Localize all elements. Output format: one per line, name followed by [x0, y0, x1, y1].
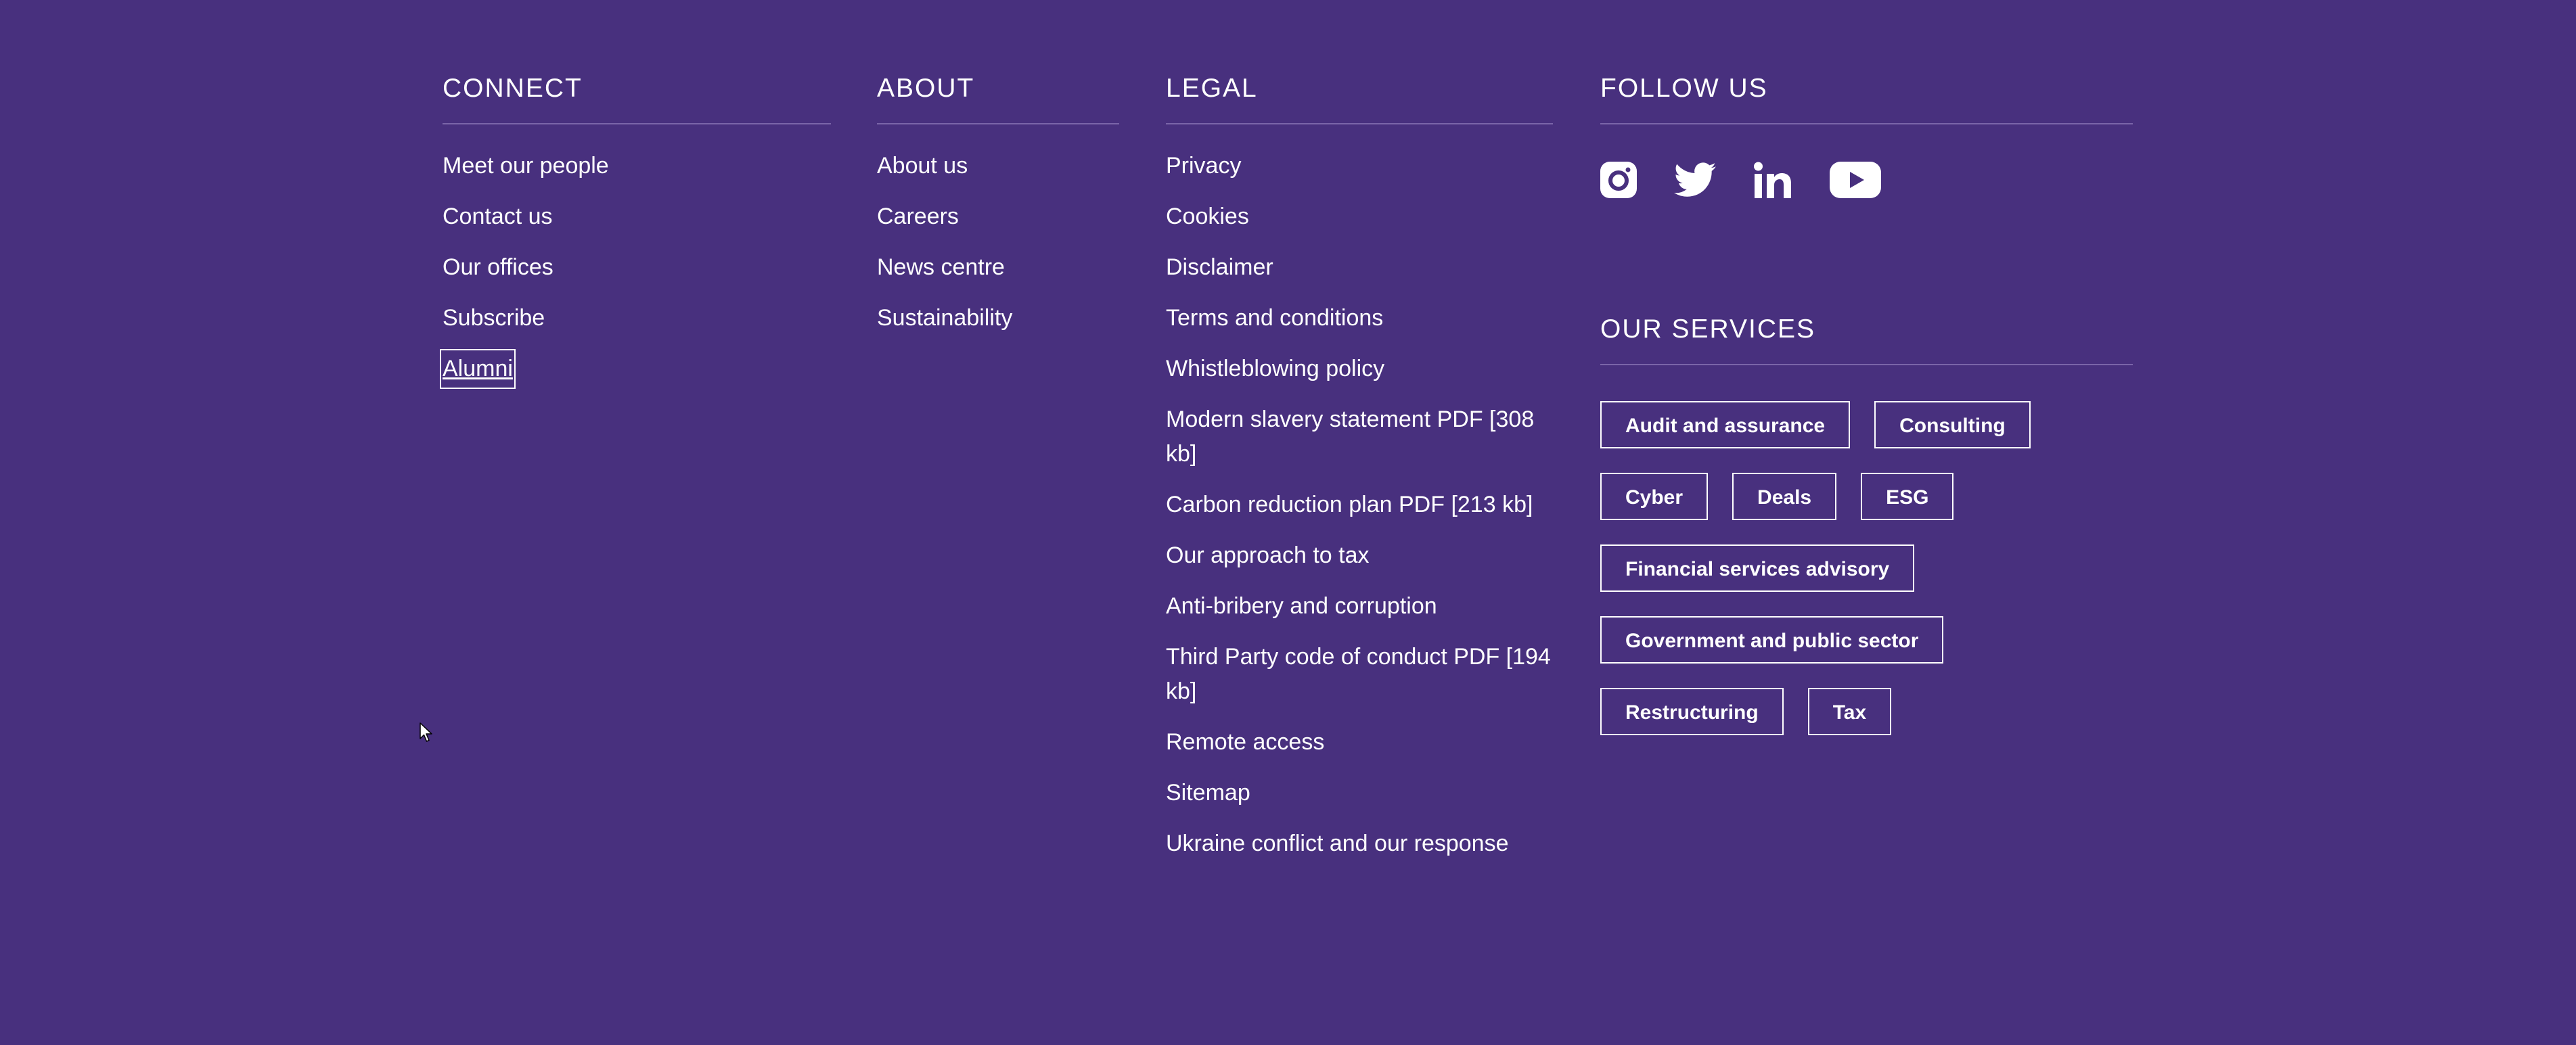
- link-remote-access[interactable]: Remote access: [1166, 717, 1324, 768]
- services-row: Government and public sector: [1600, 616, 2133, 664]
- link-ukraine-conflict[interactable]: Ukraine conflict and our response: [1166, 818, 1509, 869]
- link-third-party-code[interactable]: Third Party code of conduct PDF [194 kb]: [1166, 632, 1553, 717]
- service-esg[interactable]: ESG: [1861, 473, 1954, 520]
- link-contact-us[interactable]: Contact us: [443, 191, 553, 242]
- connect-column: CONNECT Meet our people Contact us Our o…: [440, 72, 831, 389]
- mouse-cursor-icon: [420, 722, 433, 746]
- link-news-centre[interactable]: News centre: [877, 242, 1005, 293]
- service-government-and-public-sector[interactable]: Government and public sector: [1600, 616, 1944, 664]
- link-meet-our-people[interactable]: Meet our people: [443, 141, 609, 191]
- link-about-us[interactable]: About us: [877, 141, 968, 191]
- link-disclaimer[interactable]: Disclaimer: [1166, 242, 1273, 293]
- link-our-offices[interactable]: Our offices: [443, 242, 553, 293]
- about-column: ABOUT About us Careers News centre Susta…: [877, 72, 1119, 344]
- services-divider: [1600, 364, 2133, 365]
- service-cyber[interactable]: Cyber: [1600, 473, 1709, 520]
- youtube-icon[interactable]: [1830, 162, 1881, 198]
- about-divider: [877, 123, 1119, 124]
- link-terms-and-conditions[interactable]: Terms and conditions: [1166, 293, 1383, 344]
- link-alumni[interactable]: Alumni: [440, 349, 516, 389]
- services-row: Audit and assurance Consulting: [1600, 401, 2133, 448]
- connect-divider: [443, 123, 831, 124]
- service-restructuring[interactable]: Restructuring: [1600, 688, 1784, 735]
- follow-heading: FOLLOW US: [1600, 74, 1768, 103]
- link-whistleblowing-policy[interactable]: Whistleblowing policy: [1166, 344, 1384, 394]
- follow-divider: [1600, 123, 2133, 124]
- legal-column: LEGAL Privacy Cookies Disclaimer Terms a…: [1166, 72, 1553, 869]
- link-our-approach-to-tax[interactable]: Our approach to tax: [1166, 530, 1370, 581]
- legal-links: Privacy Cookies Disclaimer Terms and con…: [1166, 141, 1553, 869]
- social-links: [1600, 156, 2133, 204]
- link-sustainability[interactable]: Sustainability: [877, 293, 1012, 344]
- connect-links: Meet our people Contact us Our offices S…: [440, 141, 831, 389]
- service-financial-services-advisory[interactable]: Financial services advisory: [1600, 544, 1915, 592]
- twitter-icon[interactable]: [1674, 162, 1716, 198]
- connect-heading: CONNECT: [443, 74, 583, 103]
- follow-column: FOLLOW US OUR SERVICES Audit and assuran…: [1600, 72, 2133, 735]
- link-carbon-reduction-plan[interactable]: Carbon reduction plan PDF [213 kb]: [1166, 480, 1533, 530]
- link-careers[interactable]: Careers: [877, 191, 959, 242]
- link-anti-bribery[interactable]: Anti-bribery and corruption: [1166, 581, 1437, 632]
- service-tax[interactable]: Tax: [1807, 688, 1892, 735]
- legal-heading: LEGAL: [1166, 74, 1258, 103]
- linkedin-icon[interactable]: [1753, 162, 1792, 198]
- services-row: Restructuring Tax: [1600, 688, 2133, 735]
- legal-divider: [1166, 123, 1553, 124]
- services-row: Cyber Deals ESG: [1600, 473, 2133, 520]
- link-subscribe[interactable]: Subscribe: [443, 293, 545, 344]
- link-sitemap[interactable]: Sitemap: [1166, 768, 1250, 818]
- instagram-icon[interactable]: [1600, 162, 1637, 198]
- service-consulting[interactable]: Consulting: [1874, 401, 2031, 448]
- link-modern-slavery-statement[interactable]: Modern slavery statement PDF [308 kb]: [1166, 394, 1553, 480]
- service-audit-and-assurance[interactable]: Audit and assurance: [1600, 401, 1851, 448]
- about-links: About us Careers News centre Sustainabil…: [877, 141, 1119, 344]
- services-chips: Audit and assurance Consulting Cyber Dea…: [1600, 401, 2133, 735]
- about-heading: ABOUT: [877, 74, 975, 103]
- link-privacy[interactable]: Privacy: [1166, 141, 1241, 191]
- services-row: Financial services advisory: [1600, 544, 2133, 592]
- link-cookies[interactable]: Cookies: [1166, 191, 1249, 242]
- services-heading: OUR SERVICES: [1600, 315, 1816, 344]
- service-deals[interactable]: Deals: [1732, 473, 1837, 520]
